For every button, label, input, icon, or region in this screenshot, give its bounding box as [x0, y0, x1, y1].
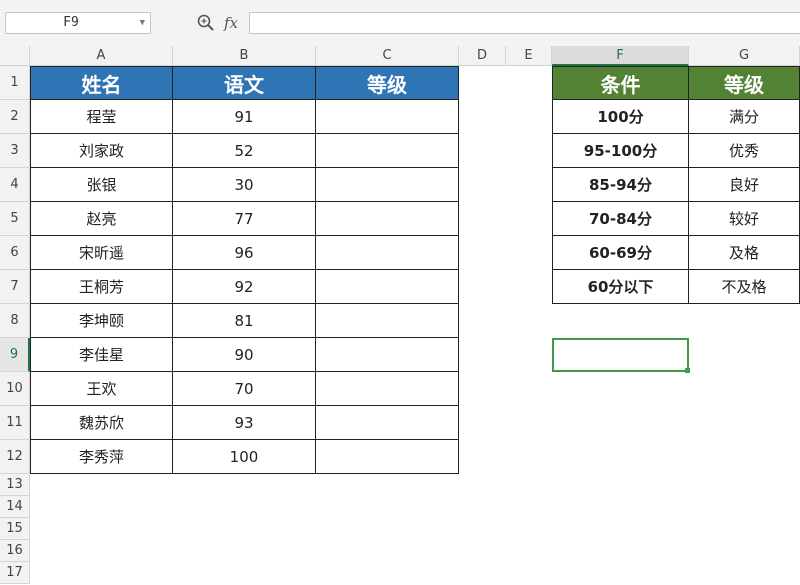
data-cell-c9[interactable]: [316, 338, 459, 372]
data-cell-a8[interactable]: 李坤颐: [30, 304, 173, 338]
condition-cell-f6[interactable]: 60-69分: [552, 236, 689, 270]
condition-cell-g2[interactable]: 满分: [689, 100, 800, 134]
header-cell-c[interactable]: 等级: [316, 66, 459, 100]
condition-cell-f7[interactable]: 60分以下: [552, 270, 689, 304]
condition-cell-f5[interactable]: 70-84分: [552, 202, 689, 236]
condition-cell-g3[interactable]: 优秀: [689, 134, 800, 168]
data-cell-b11[interactable]: 93: [173, 406, 316, 440]
data-cell-c4[interactable]: [316, 168, 459, 202]
data-cell-b7[interactable]: 92: [173, 270, 316, 304]
row-header-6[interactable]: 6: [0, 236, 30, 270]
data-cell-b5[interactable]: 77: [173, 202, 316, 236]
data-cell-a3[interactable]: 刘家政: [30, 134, 173, 168]
data-cell-a9[interactable]: 李佳星: [30, 338, 173, 372]
data-cell-c7[interactable]: [316, 270, 459, 304]
data-cell-c11[interactable]: [316, 406, 459, 440]
condition-cell-f3[interactable]: 95-100分: [552, 134, 689, 168]
data-cell-c2[interactable]: [316, 100, 459, 134]
condition-cell-g4[interactable]: 良好: [689, 168, 800, 202]
select-all-corner[interactable]: [0, 46, 30, 66]
fill-handle[interactable]: [685, 368, 690, 373]
data-cell-a5[interactable]: 赵亮: [30, 202, 173, 236]
data-cell-c8[interactable]: [316, 304, 459, 338]
name-box[interactable]: F9 ▼: [5, 12, 151, 34]
condition-header-cell-f[interactable]: 条件: [552, 66, 689, 100]
condition-cell-f2[interactable]: 100分: [552, 100, 689, 134]
zoom-icon[interactable]: [196, 13, 216, 33]
row-header-4[interactable]: 4: [0, 168, 30, 202]
column-header-e[interactable]: E: [506, 46, 552, 66]
active-cell-selection[interactable]: [552, 338, 689, 372]
data-cell-b2[interactable]: 91: [173, 100, 316, 134]
data-cell-c6[interactable]: [316, 236, 459, 270]
data-cell-a2[interactable]: 程莹: [30, 100, 173, 134]
row-header-13[interactable]: 13: [0, 474, 30, 496]
formula-bar: F9 ▼ fx: [0, 0, 800, 47]
data-cell-b10[interactable]: 70: [173, 372, 316, 406]
data-cell-a4[interactable]: 张银: [30, 168, 173, 202]
function-icon[interactable]: fx: [224, 12, 238, 34]
column-header-d[interactable]: D: [459, 46, 506, 66]
formula-input[interactable]: [249, 12, 800, 34]
data-cell-a10[interactable]: 王欢: [30, 372, 173, 406]
condition-cell-g6[interactable]: 及格: [689, 236, 800, 270]
column-header-a[interactable]: A: [30, 46, 173, 66]
header-cell-b[interactable]: 语文: [173, 66, 316, 100]
row-header-5[interactable]: 5: [0, 202, 30, 236]
row-header-11[interactable]: 11: [0, 406, 30, 440]
data-cell-a7[interactable]: 王桐芳: [30, 270, 173, 304]
data-cell-c10[interactable]: [316, 372, 459, 406]
row-header-10[interactable]: 10: [0, 372, 30, 406]
data-cell-b12[interactable]: 100: [173, 440, 316, 474]
row-header-2[interactable]: 2: [0, 100, 30, 134]
data-cell-c3[interactable]: [316, 134, 459, 168]
row-header-3[interactable]: 3: [0, 134, 30, 168]
data-cell-b6[interactable]: 96: [173, 236, 316, 270]
row-header-15[interactable]: 15: [0, 518, 30, 540]
condition-cell-g7[interactable]: 不及格: [689, 270, 800, 304]
row-header-14[interactable]: 14: [0, 496, 30, 518]
data-cell-b9[interactable]: 90: [173, 338, 316, 372]
data-cell-b8[interactable]: 81: [173, 304, 316, 338]
row-header-17[interactable]: 17: [0, 562, 30, 584]
condition-cell-g5[interactable]: 较好: [689, 202, 800, 236]
row-header-1[interactable]: 1: [0, 66, 30, 100]
column-header-f[interactable]: F: [552, 46, 689, 66]
row-header-9[interactable]: 9: [0, 338, 30, 372]
data-cell-c12[interactable]: [316, 440, 459, 474]
column-header-b[interactable]: B: [173, 46, 316, 66]
row-header-16[interactable]: 16: [0, 540, 30, 562]
data-cell-a6[interactable]: 宋昕遥: [30, 236, 173, 270]
header-cell-a[interactable]: 姓名: [30, 66, 173, 100]
row-header-8[interactable]: 8: [0, 304, 30, 338]
chevron-down-icon[interactable]: ▼: [140, 13, 145, 33]
data-cell-a12[interactable]: 李秀萍: [30, 440, 173, 474]
row-header-12[interactable]: 12: [0, 440, 30, 474]
column-header-c[interactable]: C: [316, 46, 459, 66]
name-box-value: F9: [63, 15, 79, 30]
data-cell-b3[interactable]: 52: [173, 134, 316, 168]
condition-header-cell-g[interactable]: 等级: [689, 66, 800, 100]
row-header-7[interactable]: 7: [0, 270, 30, 304]
data-cell-b4[interactable]: 30: [173, 168, 316, 202]
data-cell-a11[interactable]: 魏苏欣: [30, 406, 173, 440]
column-header-g[interactable]: G: [689, 46, 800, 66]
condition-cell-f4[interactable]: 85-94分: [552, 168, 689, 202]
data-cell-c5[interactable]: [316, 202, 459, 236]
